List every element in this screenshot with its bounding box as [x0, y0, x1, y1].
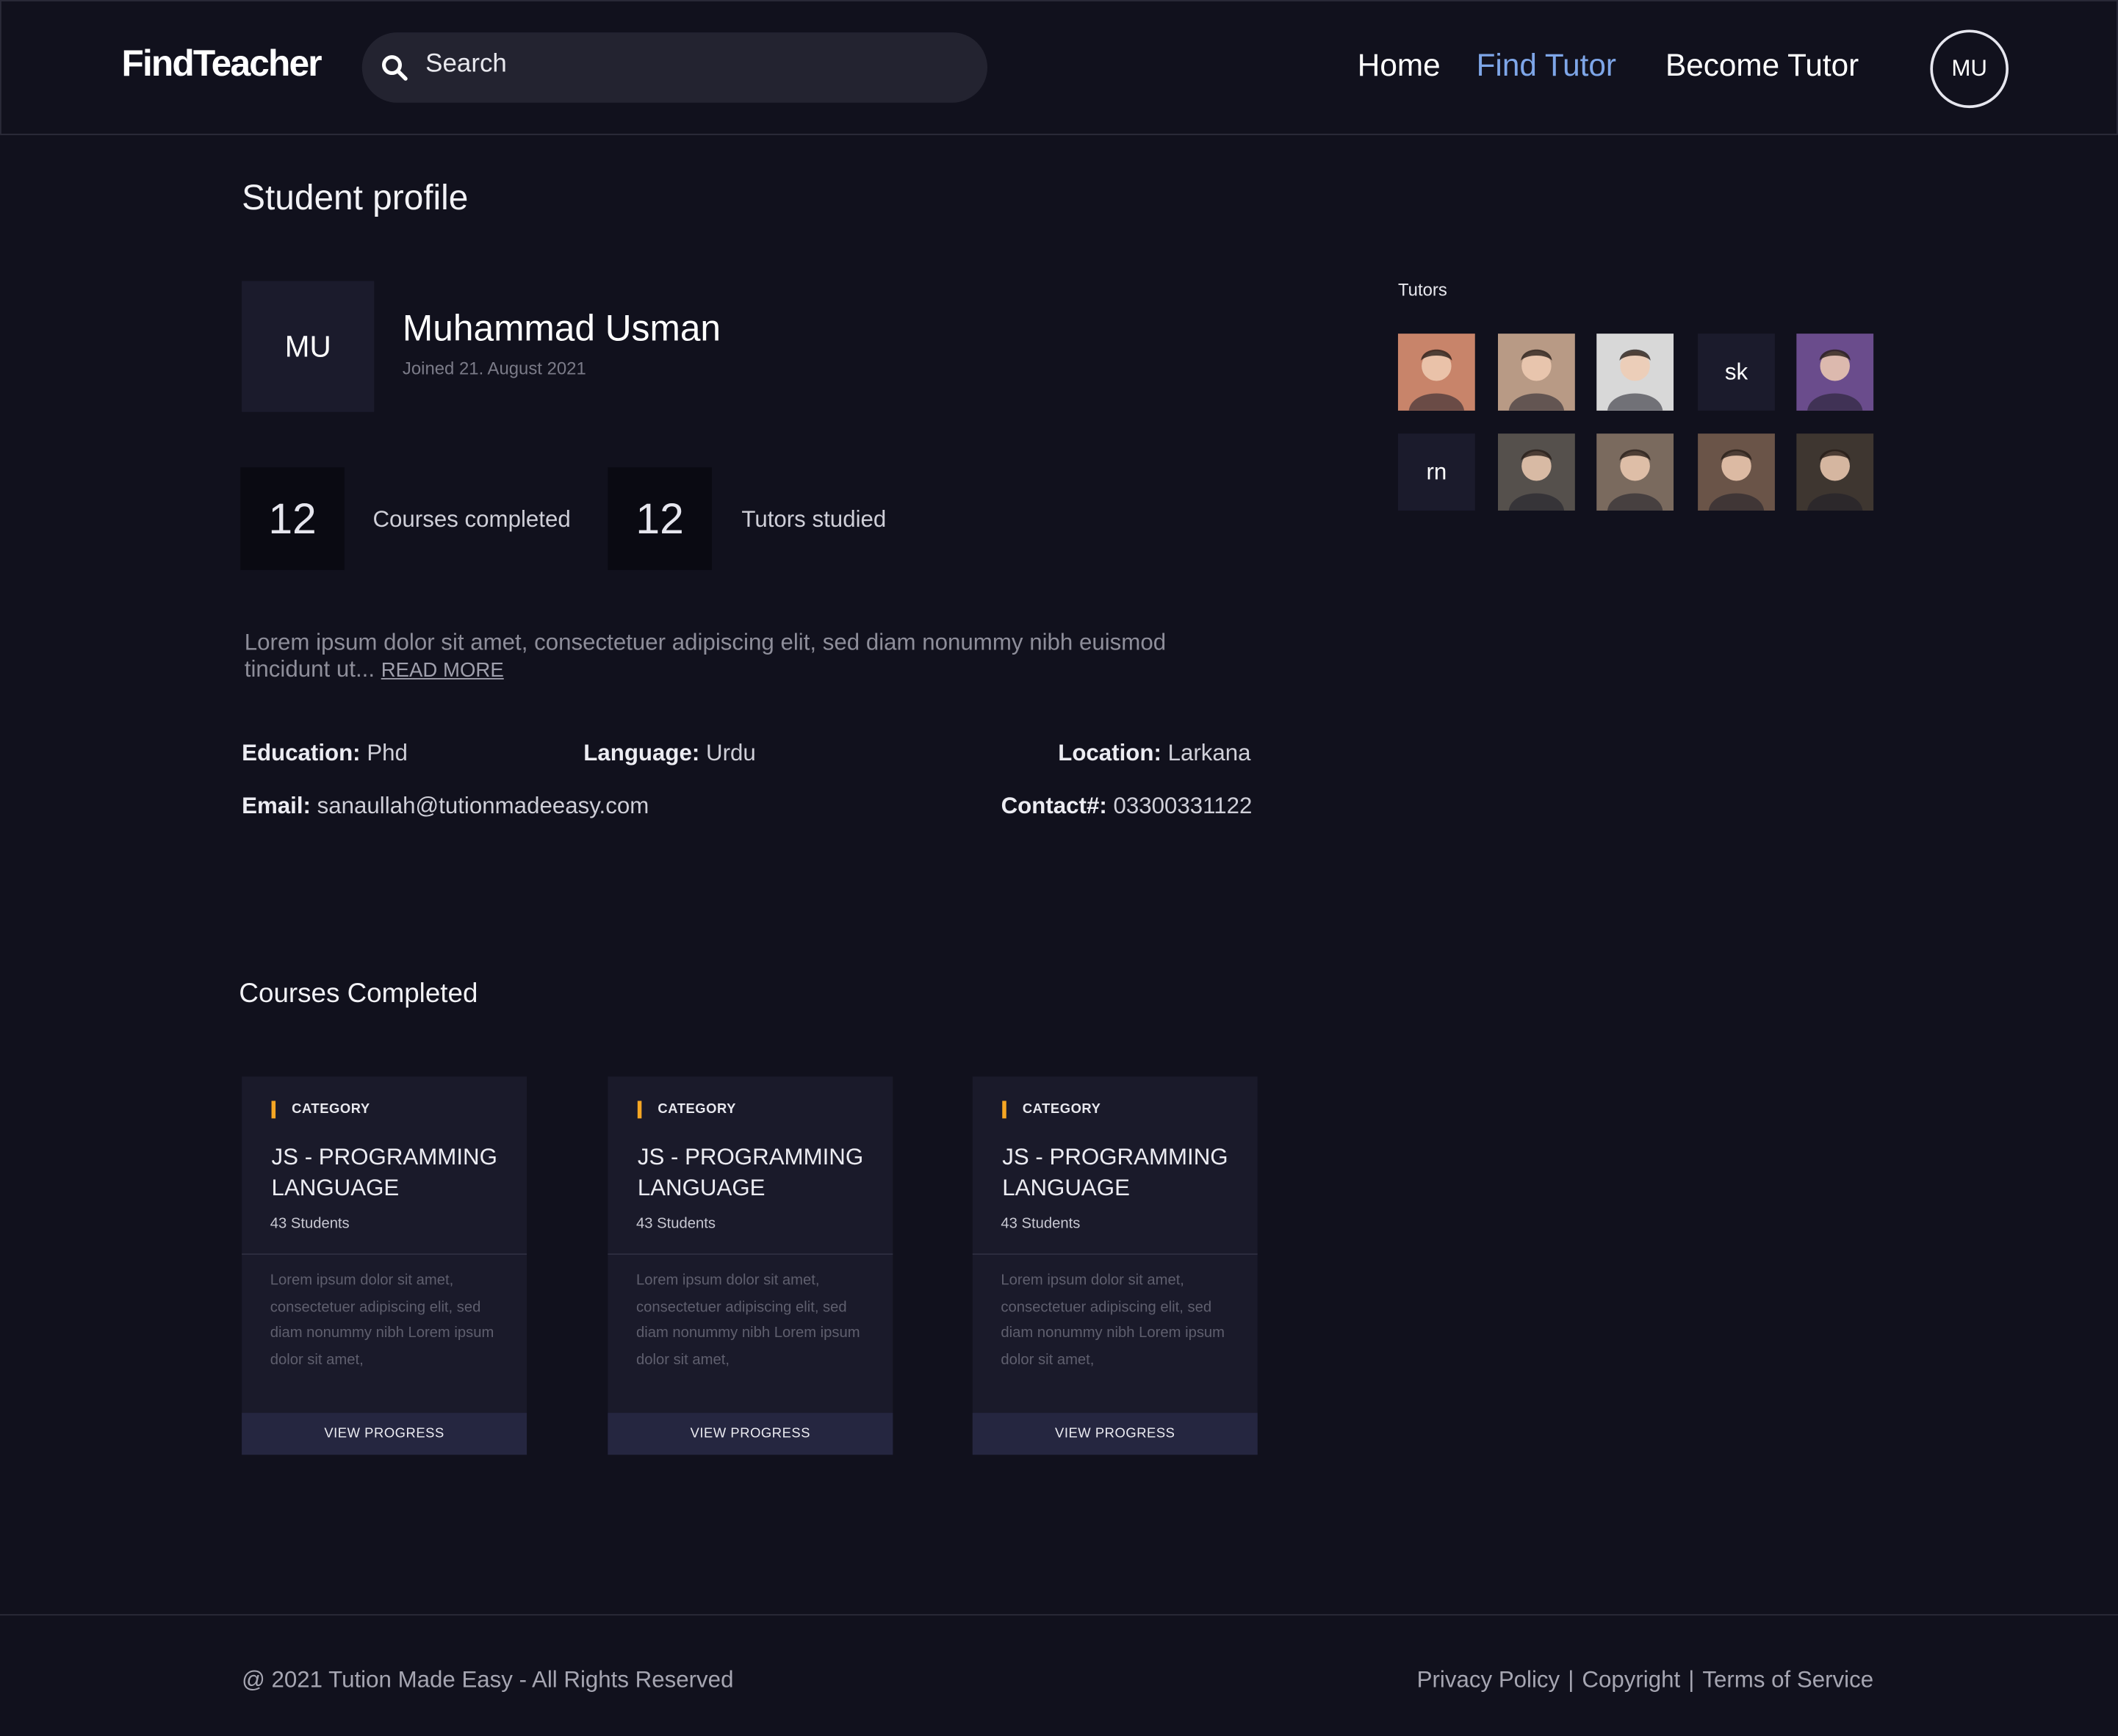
- card-divider: [242, 1253, 527, 1256]
- course-card: CATEGORY JS - PROGRAMMING LANGUAGE 43 Stud…: [242, 1076, 527, 1455]
- courses-completed-count: 12: [240, 467, 345, 570]
- tutor-initials: sk: [1724, 359, 1748, 385]
- contact-label: Contact#:: [1001, 793, 1107, 819]
- tutor-avatar[interactable]: [1698, 433, 1775, 511]
- location-value: Larkana: [1167, 740, 1251, 766]
- tutors-studied-count: 12: [608, 467, 712, 570]
- joined-date: Joined 21. August 2021: [402, 358, 586, 378]
- course-category: CATEGORY: [658, 1102, 736, 1117]
- tutor-photo-icon: [1607, 449, 1663, 511]
- view-progress-button[interactable]: VIEW PROGRESS: [242, 1413, 527, 1455]
- read-more-link[interactable]: READ MORE: [381, 659, 504, 682]
- course-students: 43 Students: [1001, 1215, 1081, 1232]
- profile-bio: Lorem ipsum dolor sit amet, consectetuer…: [245, 630, 1244, 685]
- site-logo[interactable]: FindTeacher: [121, 43, 322, 85]
- education-value: Phd: [367, 740, 408, 766]
- tutor-avatar[interactable]: [1796, 433, 1874, 511]
- view-progress-button[interactable]: VIEW PROGRESS: [608, 1413, 893, 1455]
- course-card: CATEGORY JS - PROGRAMMING LANGUAGE 43 Stud…: [972, 1076, 1258, 1455]
- search-icon: [382, 55, 408, 81]
- contact-value: 03300331122: [1113, 793, 1253, 819]
- tutor-avatar[interactable]: rn: [1397, 433, 1475, 511]
- email-value: sanaullah@tutionmadeeasy.com: [317, 793, 649, 819]
- footer-links: Privacy Policy | Copyright | Terms of Servic…: [1417, 1667, 1873, 1694]
- language-value: Urdu: [706, 740, 756, 766]
- course-category: CATEGORY: [1022, 1102, 1101, 1117]
- top-navbar: FindTeacher Search Home Find Tutor Becom…: [0, 0, 2118, 135]
- tutor-avatar[interactable]: [1397, 334, 1475, 411]
- tutor-avatar[interactable]: sk: [1698, 334, 1775, 411]
- footer-separator: |: [1568, 1666, 1574, 1693]
- tutors-studied-label: Tutors studied: [741, 506, 887, 533]
- nav-home[interactable]: Home: [1358, 47, 1441, 84]
- copyright-link[interactable]: Copyright: [1582, 1667, 1680, 1693]
- course-title: JS - PROGRAMMING LANGUAGE: [1002, 1144, 1228, 1201]
- privacy-policy-link[interactable]: Privacy Policy: [1417, 1667, 1560, 1693]
- language-info: Language: Urdu: [583, 741, 756, 768]
- course-category: CATEGORY: [292, 1102, 370, 1117]
- tutor-photo-icon: [1607, 349, 1663, 411]
- tutor-photo-icon: [1408, 349, 1465, 411]
- course-title: JS - PROGRAMMING LANGUAGE: [271, 1144, 497, 1201]
- location-label: Location:: [1058, 740, 1161, 766]
- education-info: Education: Phd: [242, 741, 408, 768]
- tutor-avatar[interactable]: [1596, 433, 1674, 511]
- user-avatar-button[interactable]: MU: [1930, 29, 2009, 109]
- search-input[interactable]: Search: [425, 50, 507, 79]
- terms-of-service-link[interactable]: Terms of Service: [1702, 1667, 1873, 1693]
- course-title: JS - PROGRAMMING LANGUAGE: [637, 1144, 864, 1201]
- search-bar[interactable]: Search: [361, 32, 988, 103]
- tutor-avatar[interactable]: [1796, 334, 1874, 411]
- tutor-avatar[interactable]: [1498, 334, 1575, 411]
- course-card: CATEGORY JS - PROGRAMMING LANGUAGE 43 Stud…: [608, 1076, 893, 1455]
- course-students: 43 Students: [635, 1215, 716, 1232]
- courses-completed-label: Courses completed: [372, 506, 571, 533]
- contact-info: Contact#: 03300331122: [1001, 793, 1253, 820]
- email-label: Email:: [242, 793, 311, 819]
- tutor-photo-icon: [1508, 449, 1565, 511]
- page: FindTeacher Search Home Find Tutor Becom…: [0, 0, 2118, 1736]
- tutor-photo-icon: [1708, 449, 1765, 511]
- page-title: Student profile: [242, 176, 469, 218]
- nav-find-tutor[interactable]: Find Tutor: [1477, 47, 1616, 84]
- tutor-avatar[interactable]: [1596, 334, 1674, 411]
- tutors-heading: Tutors: [1397, 279, 1447, 300]
- location-info: Location: Larkana: [1058, 741, 1250, 768]
- profile-name: Muhammad Usman: [402, 308, 721, 349]
- tutor-initials: rn: [1426, 458, 1447, 485]
- footer-copyright: @ 2021 Tution Made Easy - All Rights Res…: [242, 1666, 734, 1693]
- footer: @ 2021 Tution Made Easy - All Rights Res…: [0, 1614, 2118, 1736]
- course-description: Lorem ipsum dolor sit amet, consectetuer…: [635, 1272, 860, 1368]
- tutor-photo-icon: [1807, 349, 1863, 411]
- courses-section-title: Courses Completed: [239, 979, 478, 1009]
- category-marker: [271, 1101, 276, 1119]
- profile-avatar: MU: [242, 281, 375, 412]
- tutor-photo-icon: [1508, 349, 1565, 411]
- education-label: Education:: [242, 740, 361, 766]
- nav-become-tutor[interactable]: Become Tutor: [1665, 47, 1859, 84]
- course-description: Lorem ipsum dolor sit amet, consectetuer…: [1001, 1272, 1225, 1368]
- category-marker: [637, 1101, 642, 1119]
- course-students: 43 Students: [270, 1215, 350, 1232]
- card-divider: [608, 1253, 893, 1256]
- card-divider: [972, 1253, 1258, 1256]
- view-progress-button[interactable]: VIEW PROGRESS: [972, 1413, 1258, 1455]
- course-description: Lorem ipsum dolor sit amet, consectetuer…: [270, 1272, 494, 1368]
- tutor-photo-icon: [1807, 449, 1863, 511]
- email-info: Email: sanaullah@tutionmadeeasy.com: [242, 793, 649, 820]
- tutor-avatar[interactable]: [1498, 433, 1575, 511]
- language-label: Language:: [583, 740, 700, 766]
- category-marker: [1002, 1101, 1006, 1119]
- footer-separator: |: [1688, 1666, 1695, 1693]
